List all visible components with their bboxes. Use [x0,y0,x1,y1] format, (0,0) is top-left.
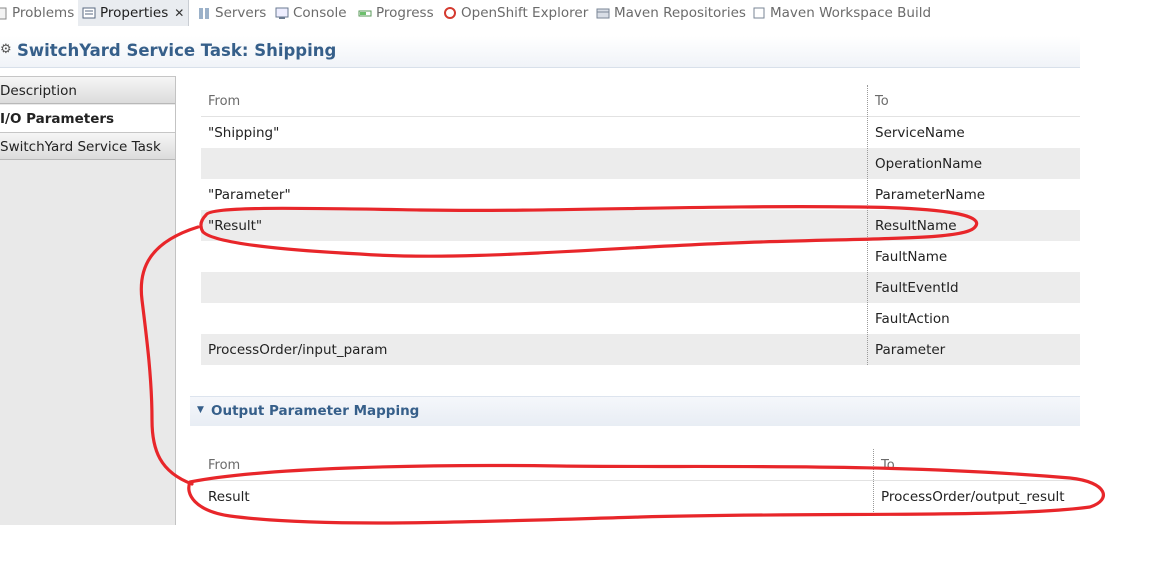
tab-openshift-explorer[interactable]: OpenShift Explorer [443,0,588,26]
from-column-header[interactable]: From [208,458,240,473]
service-task-icon: ⚙ [0,42,12,57]
progress-icon [358,6,372,20]
tab-properties[interactable]: Properties ✕ [78,0,190,26]
tab-problems[interactable]: Problems [0,0,74,26]
tab-servers[interactable]: Servers [197,0,266,26]
table-row[interactable]: ProcessOrder/input_param Parameter [201,334,1080,365]
table-header: From To [201,85,1080,117]
chevron-down-icon[interactable]: ▼ [197,405,204,415]
problems-icon [0,6,8,20]
servers-icon [197,6,211,20]
table-row[interactable]: OperationName [201,148,1080,179]
property-tab-list: Description I/O Parameters SwitchYard Se… [0,76,176,525]
table-row[interactable]: "Parameter" ParameterName [201,179,1080,210]
table-row[interactable]: "Shipping" ServiceName [201,117,1080,148]
column-divider[interactable] [867,85,868,365]
sidebar-item-switchyard-service-task[interactable]: SwitchYard Service Task [0,132,175,160]
sidebar-item-description[interactable]: Description [0,76,175,104]
output-mapping-table: From To Result ProcessOrder/output_resul… [201,449,1080,512]
close-icon[interactable]: ✕ [174,6,184,20]
to-column-header[interactable]: To [875,94,889,109]
table-row[interactable]: FaultName [201,241,1080,272]
table-row[interactable]: Result ProcessOrder/output_result [201,481,1080,512]
output-mapping-section-header[interactable]: ▼ Output Parameter Mapping [190,396,1080,426]
input-mapping-table: From To "Shipping" ServiceName Operation… [201,85,1080,365]
from-column-header[interactable]: From [208,94,240,109]
page-title: SwitchYard Service Task: Shipping [17,41,337,60]
table-row[interactable]: "Result" ResultName [201,210,1080,241]
table-row[interactable]: FaultEventId [201,272,1080,303]
maven-build-icon [752,6,766,20]
maven-repo-icon [596,6,610,20]
tab-progress[interactable]: Progress [358,0,434,26]
sidebar-item-io-parameters[interactable]: I/O Parameters [0,105,175,133]
column-divider[interactable] [873,449,874,512]
to-column-header[interactable]: To [881,458,895,473]
properties-icon [82,6,96,20]
table-header: From To [201,449,1080,481]
table-row[interactable]: FaultAction [201,303,1080,334]
console-icon [275,6,289,20]
section-title: Output Parameter Mapping [211,403,420,419]
openshift-icon [443,6,457,20]
tab-maven-repositories[interactable]: Maven Repositories [596,0,746,26]
tab-console[interactable]: Console [275,0,347,26]
form-header: ⚙ SwitchYard Service Task: Shipping [0,36,1080,68]
tab-maven-workspace-build[interactable]: Maven Workspace Build [752,0,931,26]
view-tab-bar: Problems Properties ✕ Servers Console Pr… [0,0,1152,26]
